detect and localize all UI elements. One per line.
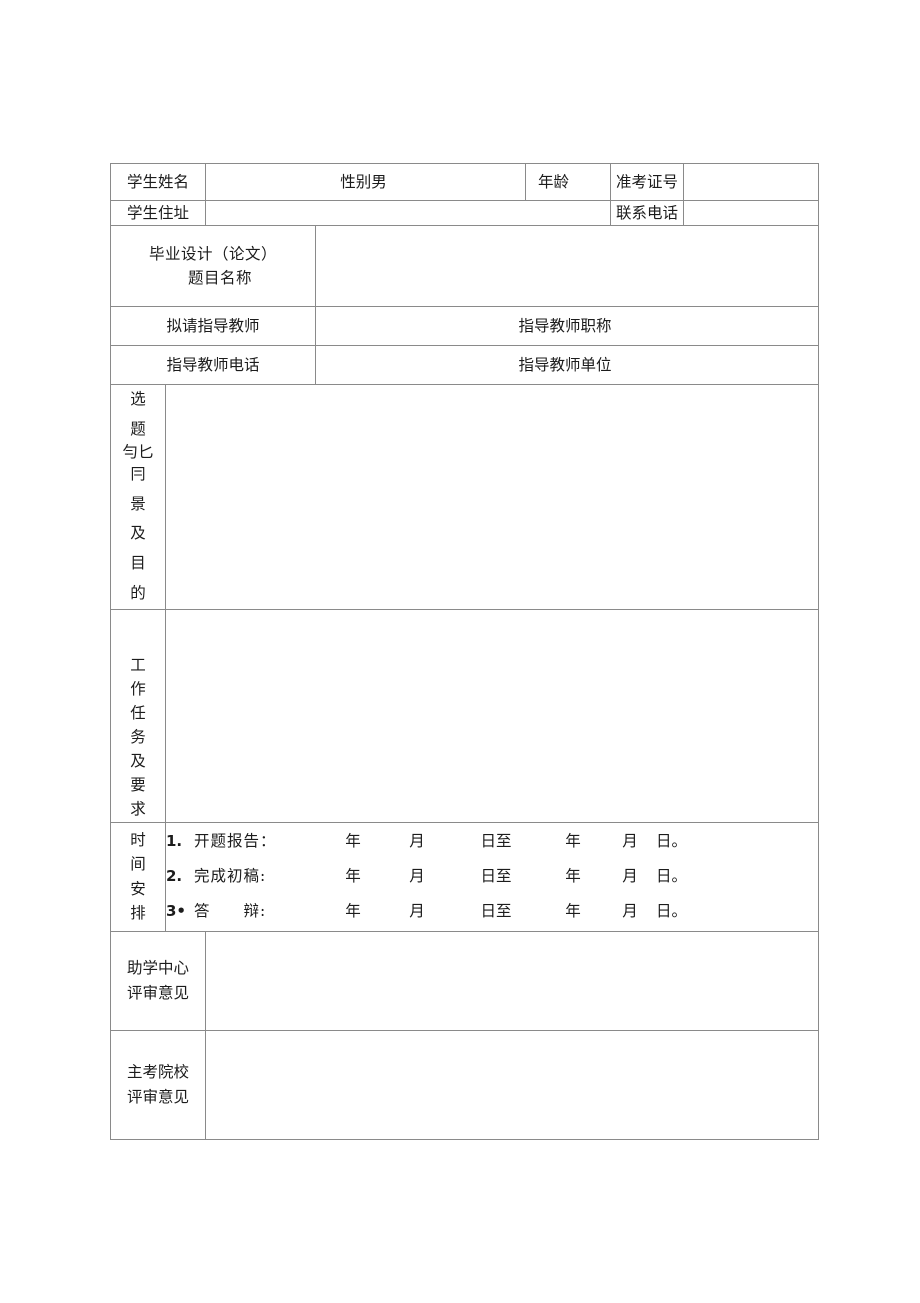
table-row-advisor: 拟请指导教师 指导教师职称 <box>109 306 820 347</box>
graduation-project-application-form: 学生姓名 性别男 年龄 准考证号 学生住址 联系电话 毕业设计（论文） 题目名称… <box>109 162 820 1140</box>
table-row-topic-background: 选 题 勻匕 冃 景 及 目 的 <box>110 384 820 610</box>
center-review-label-line1: 助学中心 <box>127 959 190 978</box>
work-task-label-line3: 及 要 <box>130 752 158 795</box>
topic-background-label-char-5: 及 <box>130 524 146 543</box>
schedule-item-1-index: 1. <box>166 831 183 850</box>
schedule-item-3-day-start[interactable]: 日至 <box>450 894 542 929</box>
schedule-item-1-year-end[interactable]: 年 <box>542 824 604 859</box>
advisor-phone-label: 指导教师电话 <box>109 345 317 386</box>
thesis-title-label-line2: 题目名称 <box>188 269 253 288</box>
work-task-label-line2: 任 务 <box>130 704 158 747</box>
schedule-item-3-month-end[interactable]: 月 <box>604 894 656 929</box>
table-row-center-review: 助学中心 评审意见 <box>109 930 820 1031</box>
schedule-item-2-index: 2. <box>166 866 183 885</box>
table-row-thesis-title: 毕业设计（论文） 题目名称 <box>109 225 820 308</box>
work-task-value[interactable] <box>164 608 820 823</box>
student-address-label: 学生住址 <box>109 200 207 227</box>
topic-background-label-char-2: 勻匕 <box>122 442 154 461</box>
schedule-item-2-month-start[interactable]: 月 <box>384 859 450 894</box>
phone-value[interactable] <box>683 200 820 227</box>
topic-background-label: 选 题 勻匕 冃 景 及 目 的 <box>110 384 166 610</box>
thesis-title-label-line1: 毕业设计（论文） <box>149 245 278 264</box>
schedule-item-1-year-start[interactable]: 年 <box>322 824 384 859</box>
school-review-label: 主考院校 评审意见 <box>109 1029 207 1140</box>
schedule-item-1-month-end[interactable]: 月 <box>604 824 656 859</box>
table-row-student-name: 学生姓名 性别男 年龄 准考证号 <box>109 162 820 202</box>
topic-background-label-char-4: 景 <box>130 494 146 513</box>
thesis-title-value[interactable] <box>315 225 820 308</box>
schedule-item-3-year-end[interactable]: 年 <box>542 894 604 929</box>
exam-number-value[interactable] <box>683 162 820 202</box>
work-task-label-line4: 求 <box>130 800 146 819</box>
schedule-item-2-year-end[interactable]: 年 <box>542 859 604 894</box>
schedule-item-1: 1. 开题报告： 年 月 日至 年 月 日。 <box>166 824 818 859</box>
student-name-label: 学生姓名 <box>109 162 207 202</box>
school-review-value[interactable] <box>205 1029 820 1140</box>
schedule-label-line1: 时 间 <box>130 831 156 874</box>
schedule-item-2-day-end[interactable]: 日。 <box>656 859 708 894</box>
student-address-value[interactable] <box>205 200 612 227</box>
center-review-label-line2: 评审意见 <box>127 983 190 1002</box>
schedule-item-2-name: 完成初稿: <box>194 866 267 885</box>
advisor-request-label: 拟请指导教师 <box>109 306 317 347</box>
topic-background-label-char-7: 的 <box>130 583 146 602</box>
schedule-item-2: 2. 完成初稿: 年 月 日至 年 月 日。 <box>166 859 818 894</box>
thesis-title-label: 毕业设计（论文） 题目名称 <box>109 225 317 308</box>
center-review-label: 助学中心 评审意见 <box>109 930 207 1031</box>
schedule-item-3-index: 3• <box>166 902 187 921</box>
schedule-label: 时 间 安 排 <box>110 821 166 932</box>
schedule-item-2-month-end[interactable]: 月 <box>604 859 656 894</box>
schedule-item-3: 3• 答 辩: 年 月 日至 年 月 日。 <box>166 894 818 929</box>
topic-background-value[interactable] <box>164 384 820 610</box>
schedule-label-line2: 安 排 <box>130 879 156 922</box>
table-row-student-address: 学生住址 联系电话 <box>109 200 820 227</box>
schedule-item-1-name: 开题报告： <box>194 831 277 850</box>
schedule-item-3-name: 答 辩: <box>194 902 267 921</box>
topic-background-label-char-1: 题 <box>130 419 146 438</box>
schedule-item-1-day-start[interactable]: 日至 <box>450 824 542 859</box>
exam-number-label: 准考证号 <box>610 162 685 202</box>
age-label[interactable]: 年龄 <box>525 162 612 202</box>
center-review-value[interactable] <box>205 930 820 1031</box>
schedule-item-1-month-start[interactable]: 月 <box>384 824 450 859</box>
table-row-work-task: 工 作 任 务 及 要 求 <box>110 608 820 823</box>
schedule-item-1-day-end[interactable]: 日。 <box>656 824 708 859</box>
schedule-item-3-day-end[interactable]: 日。 <box>656 894 708 929</box>
work-task-label-line1: 工 作 <box>130 656 158 699</box>
schedule-item-2-day-start[interactable]: 日至 <box>450 859 542 894</box>
table-row-school-review: 主考院校 评审意见 <box>109 1029 820 1140</box>
school-review-label-line2: 评审意见 <box>127 1087 190 1106</box>
topic-background-label-char-0: 选 <box>130 390 146 409</box>
table-row-advisor-contact: 指导教师电话 指导教师单位 <box>109 345 820 386</box>
table-row-schedule: 时 间 安 排 1. 开题报告： 年 月 日至 年 月 日。 2. 完成初稿: <box>110 821 820 932</box>
advisor-unit-label: 指导教师单位 <box>315 345 820 386</box>
schedule-items: 1. 开题报告： 年 月 日至 年 月 日。 2. 完成初稿: 年 月 日至 年 <box>164 821 820 932</box>
advisor-title-label: 指导教师职称 <box>315 306 820 347</box>
topic-background-label-char-6: 目 <box>130 554 146 572</box>
schedule-item-2-year-start[interactable]: 年 <box>322 859 384 894</box>
topic-background-label-char-3: 冃 <box>130 465 146 484</box>
work-task-label: 工 作 任 务 及 要 求 <box>110 608 166 823</box>
document-page: 学生姓名 性别男 年龄 准考证号 学生住址 联系电话 毕业设计（论文） 题目名称… <box>0 0 920 1303</box>
phone-label: 联系电话 <box>610 200 685 227</box>
school-review-label-line1: 主考院校 <box>127 1063 190 1082</box>
schedule-item-3-month-start[interactable]: 月 <box>384 894 450 929</box>
gender-label[interactable]: 性别男 <box>205 162 527 202</box>
schedule-item-3-year-start[interactable]: 年 <box>322 894 384 929</box>
